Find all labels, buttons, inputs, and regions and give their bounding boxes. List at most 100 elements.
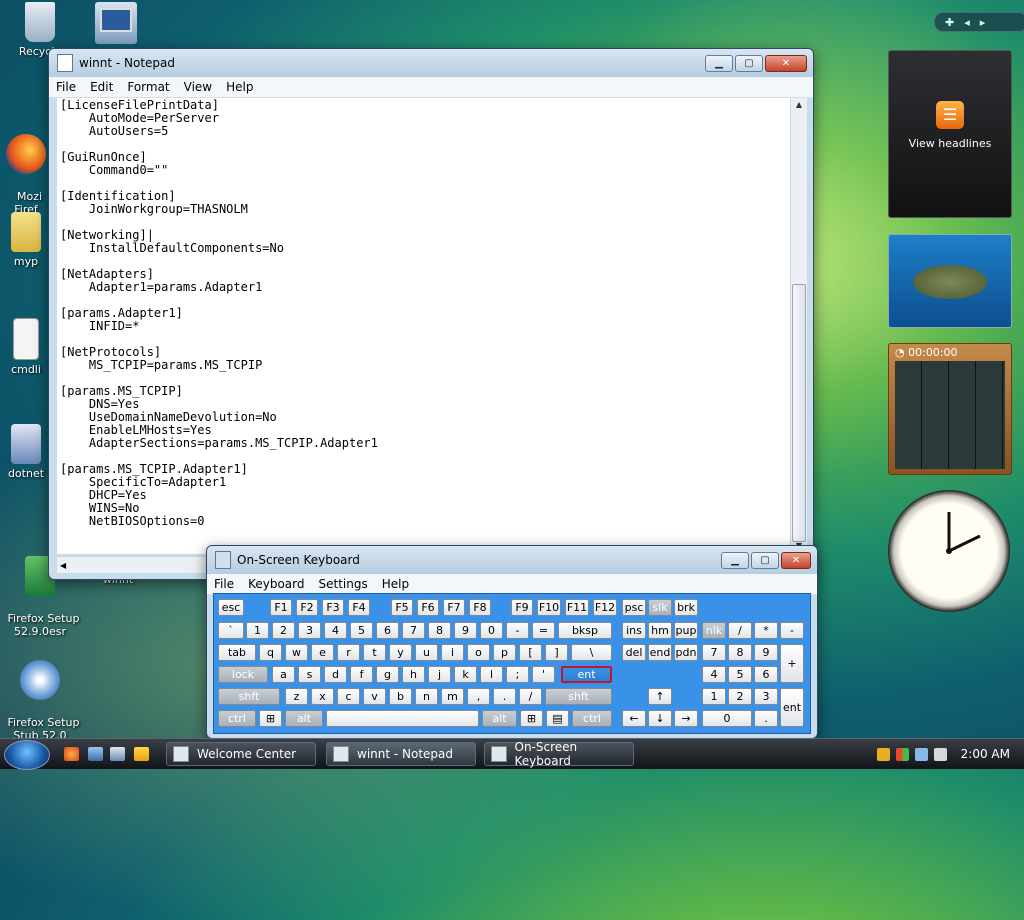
key-[[interactable]: [ <box>519 644 542 661</box>
key--[interactable]: - <box>780 622 804 639</box>
minimize-button[interactable]: ▁ <box>705 54 733 72</box>
key-f[interactable]: f <box>350 666 373 683</box>
menu-file[interactable]: File <box>207 577 241 591</box>
key-8[interactable]: 8 <box>728 644 752 661</box>
add-gadget-icon[interactable]: ✚ <box>945 16 954 29</box>
key-F9[interactable]: F9 <box>511 599 533 616</box>
key-F4[interactable]: F4 <box>348 599 370 616</box>
desktop-icon-firefox-stub[interactable]: Firefox Setup Stub 52.0 <box>0 634 80 742</box>
maximize-button[interactable]: ▢ <box>751 551 779 569</box>
key-m[interactable]: m <box>441 688 464 705</box>
key-\[interactable]: \ <box>571 644 612 661</box>
taskbar-button-welcome-center[interactable]: Welcome Center <box>166 742 316 766</box>
key-3[interactable]: 3 <box>754 688 778 705</box>
key-lock[interactable]: lock <box>218 666 268 683</box>
feed-headlines-gadget[interactable]: ☰ View headlines <box>888 50 1012 218</box>
key-shft[interactable]: shft <box>218 688 280 705</box>
key-shft[interactable]: shft <box>545 688 612 705</box>
key-6[interactable]: 6 <box>754 666 778 683</box>
key-][interactable]: ] <box>545 644 568 661</box>
menu-keyboard[interactable]: Keyboard <box>241 577 311 591</box>
desktop-icon-cmdlines[interactable]: cmdli <box>0 318 52 376</box>
key-▤[interactable]: ▤ <box>546 710 569 727</box>
key-1[interactable]: 1 <box>246 622 269 639</box>
key-g[interactable]: g <box>376 666 399 683</box>
key-7[interactable]: 7 <box>702 644 726 661</box>
key-e[interactable]: e <box>311 644 334 661</box>
menu-file[interactable]: File <box>49 80 83 94</box>
desktop-icon-installer[interactable] <box>95 2 137 44</box>
key-4[interactable]: 4 <box>702 666 726 683</box>
key-s[interactable]: s <box>298 666 321 683</box>
key-5[interactable]: 5 <box>350 622 373 639</box>
vertical-scrollbar[interactable]: ▲ ▼ <box>790 98 807 552</box>
key-w[interactable]: w <box>285 644 308 661</box>
media-player-icon[interactable] <box>134 747 149 761</box>
key-'[interactable]: ' <box>532 666 555 683</box>
key-c[interactable]: c <box>337 688 360 705</box>
key-*[interactable]: * <box>754 622 778 639</box>
key-psc[interactable]: psc <box>622 599 646 616</box>
minimize-button[interactable]: ▁ <box>721 551 749 569</box>
key-→[interactable]: → <box>674 710 698 727</box>
key-o[interactable]: o <box>467 644 490 661</box>
key-6[interactable]: 6 <box>376 622 399 639</box>
key-;[interactable]: ; <box>506 666 529 683</box>
desktop-icon-folder[interactable]: myp <box>0 212 52 268</box>
key-5[interactable]: 5 <box>728 666 752 683</box>
scroll-up-icon[interactable]: ▲ <box>791 100 807 109</box>
key-del[interactable]: del <box>622 644 646 661</box>
key-nlk[interactable]: nlk <box>702 622 726 639</box>
puzzle-grid[interactable] <box>895 361 1005 469</box>
key-a[interactable]: a <box>272 666 295 683</box>
key-.[interactable]: . <box>754 710 778 727</box>
key-⊞[interactable]: ⊞ <box>520 710 543 727</box>
taskbar-button-notepad[interactable]: winnt - Notepad <box>326 742 476 766</box>
key-2[interactable]: 2 <box>272 622 295 639</box>
key-u[interactable]: u <box>415 644 438 661</box>
key-↑[interactable]: ↑ <box>648 688 672 705</box>
key-slk[interactable]: slk <box>648 599 672 616</box>
switch-windows-icon[interactable] <box>110 747 125 761</box>
key-t[interactable]: t <box>363 644 386 661</box>
key-d[interactable]: d <box>324 666 347 683</box>
on-screen-keyboard-window[interactable]: On-Screen Keyboard ▁ ▢ ✕ File Keyboard S… <box>206 545 818 739</box>
key-4[interactable]: 4 <box>324 622 347 639</box>
key-ent[interactable]: ent <box>780 688 804 727</box>
key-↓[interactable]: ↓ <box>648 710 672 727</box>
key-F11[interactable]: F11 <box>565 599 589 616</box>
key-alt[interactable]: alt <box>285 710 323 727</box>
key--[interactable]: - <box>506 622 529 639</box>
previous-icon[interactable]: ◂ <box>964 16 970 29</box>
key-space[interactable] <box>326 710 479 727</box>
network-icon[interactable] <box>914 747 928 761</box>
key-h[interactable]: h <box>402 666 425 683</box>
osk-title-bar[interactable]: On-Screen Keyboard ▁ ▢ ✕ <box>207 546 817 574</box>
key-r[interactable]: r <box>337 644 360 661</box>
key-F1[interactable]: F1 <box>270 599 292 616</box>
key-j[interactable]: j <box>428 666 451 683</box>
menu-help[interactable]: Help <box>219 80 260 94</box>
key-n[interactable]: n <box>415 688 438 705</box>
key-2[interactable]: 2 <box>728 688 752 705</box>
desktop-icon-firefox[interactable]: Mozi Firef <box>0 108 52 216</box>
key-/[interactable]: / <box>728 622 752 639</box>
key-tab[interactable]: tab <box>218 644 256 661</box>
key-9[interactable]: 9 <box>454 622 477 639</box>
key-p[interactable]: p <box>493 644 516 661</box>
firefox-quicklaunch-icon[interactable] <box>64 747 79 761</box>
key-,[interactable]: , <box>467 688 490 705</box>
key-hm[interactable]: hm <box>648 622 672 639</box>
key-ctrl[interactable]: ctrl <box>572 710 612 727</box>
maximize-button[interactable]: ▢ <box>735 54 763 72</box>
close-button[interactable]: ✕ <box>781 551 811 569</box>
scroll-left-icon[interactable]: ◀ <box>57 561 66 570</box>
key-i[interactable]: i <box>441 644 464 661</box>
key-←[interactable]: ← <box>622 710 646 727</box>
key-F12[interactable]: F12 <box>593 599 617 616</box>
scrollbar-thumb[interactable] <box>792 284 806 542</box>
key-k[interactable]: k <box>454 666 477 683</box>
key-F3[interactable]: F3 <box>322 599 344 616</box>
close-button[interactable]: ✕ <box>765 54 807 72</box>
key-8[interactable]: 8 <box>428 622 451 639</box>
